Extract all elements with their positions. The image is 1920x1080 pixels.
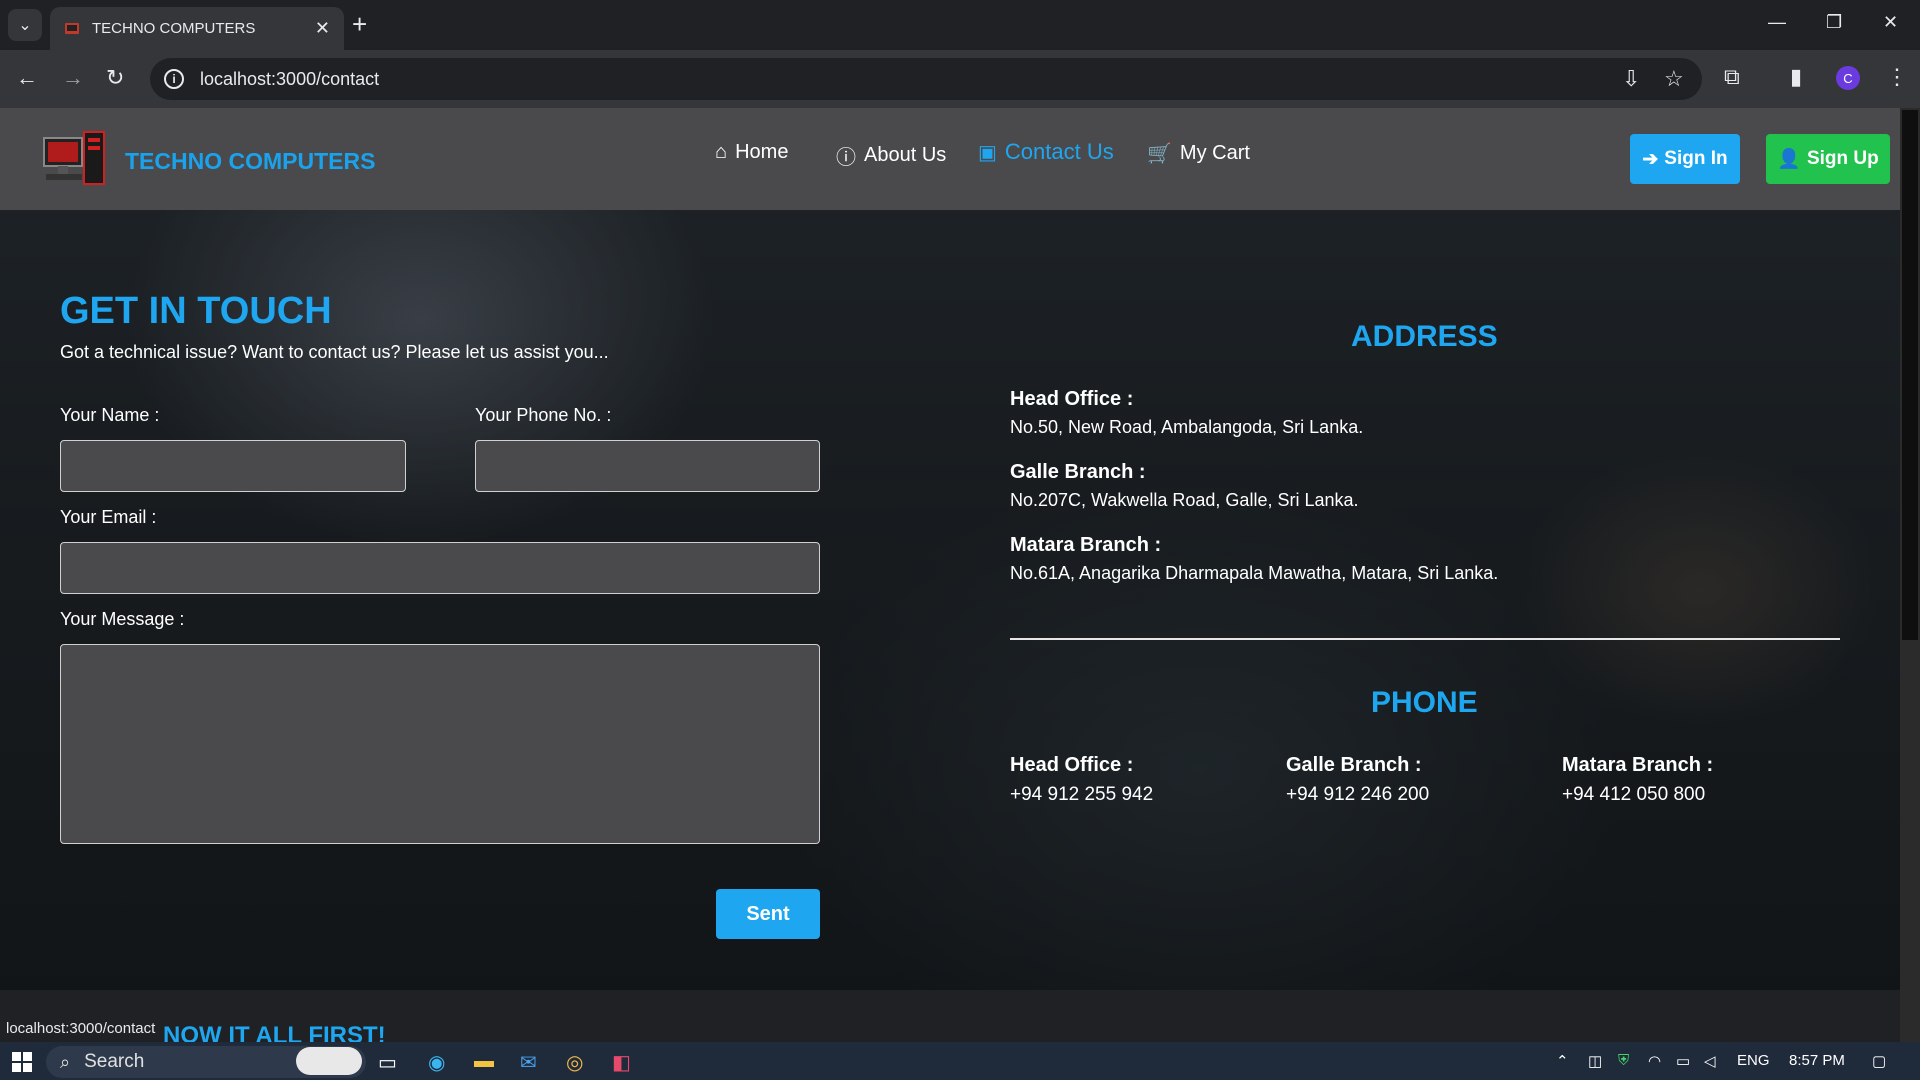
phone-label-matara: Matara Branch : (1562, 754, 1714, 776)
website-viewport: TECHNO COMPUTERS ⌂ Home ⓘ About Us ▣ Con… (0, 108, 1900, 1042)
clock[interactable]: 8:57 PM (1789, 1052, 1845, 1069)
forward-arrow-icon[interactable]: → (62, 66, 84, 90)
language-indicator[interactable]: ENG (1737, 1052, 1770, 1069)
next-section-title: NOW IT ALL FIRST! (163, 1022, 386, 1042)
sign-up-button[interactable]: 👤 Sign Up (1766, 134, 1890, 184)
back-arrow-icon[interactable]: ← (16, 66, 38, 90)
address-text-matara: No.61A, Anagarika Dharmapala Mawatha, Ma… (1010, 563, 1499, 583)
address-label-galle: Galle Branch : (1010, 461, 1146, 483)
sign-in-button[interactable]: ➔ Sign In (1630, 134, 1740, 184)
phone-number-matara: +94 412 050 800 (1562, 784, 1706, 805)
address-label-head-office: Head Office : (1010, 388, 1134, 410)
wifi-icon[interactable]: ◠ (1648, 1052, 1661, 1070)
address-title: ADDRESS (1351, 320, 1498, 353)
phone-label-head-office: Head Office : (1010, 754, 1134, 776)
nav-about[interactable]: ⓘ About Us (836, 141, 946, 170)
new-tab-button[interactable]: + (352, 11, 367, 37)
site-info-icon[interactable]: i (164, 69, 184, 89)
site-favicon-icon (65, 22, 79, 34)
url-text[interactable]: localhost:3000/contact (200, 69, 379, 90)
notifications-icon[interactable]: ▢ (1872, 1052, 1886, 1070)
send-button[interactable]: Sent (716, 889, 820, 939)
get-in-touch-title: GET IN TOUCH (60, 290, 332, 332)
address-label-matara: Matara Branch : (1010, 534, 1162, 556)
page-scrollbar[interactable] (1900, 108, 1920, 1042)
nav-about-label: About Us (864, 144, 947, 166)
home-icon: ⌂ (715, 141, 728, 163)
close-window-icon[interactable]: ✕ (1883, 12, 1898, 33)
nav-contact[interactable]: ▣ Contact Us (978, 139, 1114, 165)
task-view-icon[interactable]: ▭ (378, 1050, 397, 1075)
install-app-icon[interactable]: ⇩ (1622, 66, 1640, 92)
nav-home-label: Home (735, 141, 789, 163)
scrollbar-thumb[interactable] (1902, 110, 1918, 640)
phone-title: PHONE (1371, 686, 1478, 719)
phone-field[interactable] (475, 440, 820, 492)
search-icon: ⌕ (60, 1051, 71, 1072)
name-label: Your Name : (60, 405, 160, 425)
email-field[interactable] (60, 542, 820, 594)
chevron-down-icon: ⌄ (18, 17, 32, 34)
browser-toolbar: ← → ↻ i localhost:3000/contact ⇩ ☆ ⧉ ▮ C… (0, 50, 1920, 108)
volume-icon[interactable]: ◁ (1704, 1052, 1716, 1070)
phone-number-head-office: +94 912 255 942 (1010, 784, 1154, 805)
name-field[interactable] (60, 440, 406, 492)
intellij-icon[interactable]: ◧ (612, 1050, 631, 1075)
sign-up-label: Sign Up (1806, 148, 1879, 169)
nav-cart-label: My Cart (1179, 142, 1250, 164)
address-bar[interactable]: i localhost:3000/contact ⇩ ☆ (150, 58, 1702, 100)
tab-search-button[interactable]: ⌄ (8, 9, 42, 41)
windows-taskbar: ⌕ Search ▭ ◉ ▬ ✉ ◎ ◧ ⌃ ◫ ⛨ ◠ ▭ ◁ ENG 8:5… (0, 1042, 1920, 1080)
browser-tab[interactable]: TECHNO COMPUTERS ✕ (50, 7, 344, 50)
extensions-icon[interactable]: ⧉ (1724, 64, 1740, 90)
minimize-icon[interactable]: — (1768, 12, 1786, 33)
add-user-icon: 👤 (1777, 149, 1801, 170)
browser-menu-icon[interactable]: ⋮ (1886, 64, 1908, 90)
sign-in-label: Sign In (1664, 148, 1728, 169)
close-tab-icon[interactable]: ✕ (315, 18, 330, 39)
show-hidden-icons-icon[interactable]: ⌃ (1556, 1052, 1569, 1070)
phone-label-galle: Galle Branch : (1286, 754, 1422, 776)
cart-icon: 🛒 (1147, 143, 1172, 165)
meet-now-icon[interactable]: ◫ (1588, 1052, 1602, 1070)
profile-avatar[interactable]: C (1836, 66, 1860, 90)
phone-number-galle: +94 912 246 200 (1286, 784, 1430, 805)
mail-icon[interactable]: ✉ (520, 1050, 537, 1075)
sign-in-icon: ➔ (1642, 148, 1659, 170)
edge-icon[interactable]: ◉ (428, 1050, 445, 1075)
restore-icon[interactable]: ❐ (1826, 12, 1842, 33)
side-panel-icon[interactable]: ▮ (1790, 64, 1802, 90)
address-text-galle: No.207C, Wakwella Road, Galle, Sri Lanka… (1010, 490, 1359, 510)
copilot-icon[interactable] (296, 1047, 362, 1075)
logo-image[interactable] (42, 128, 108, 188)
message-label: Your Message : (60, 609, 185, 629)
next-section: NOW IT ALL FIRST! (0, 990, 1900, 1042)
browser-tab-bar: ⌄ TECHNO COMPUTERS ✕ + — ❐ ✕ (0, 0, 1920, 50)
battery-icon[interactable]: ▭ (1676, 1052, 1690, 1070)
link-status-bubble: localhost:3000/contact (0, 1016, 162, 1042)
reload-icon[interactable]: ↻ (106, 66, 124, 90)
security-shield-icon[interactable]: ⛨ (1618, 1052, 1629, 1069)
site-header: TECHNO COMPUTERS ⌂ Home ⓘ About Us ▣ Con… (0, 108, 1900, 210)
nav-contact-label: Contact Us (1004, 139, 1114, 164)
email-label: Your Email : (60, 507, 157, 527)
chrome-icon[interactable]: ◎ (566, 1050, 583, 1075)
nav-cart[interactable]: 🛒 My Cart (1147, 141, 1250, 166)
nav-home[interactable]: ⌂ Home (715, 141, 788, 164)
brand-name[interactable]: TECHNO COMPUTERS (125, 148, 375, 175)
contact-card-icon: ▣ (978, 141, 997, 164)
get-in-touch-subtitle: Got a technical issue? Want to contact u… (60, 342, 609, 362)
section-divider (1010, 638, 1840, 640)
file-explorer-icon[interactable]: ▬ (474, 1050, 494, 1073)
message-textarea[interactable] (60, 644, 820, 844)
address-text-head-office: No.50, New Road, Ambalangoda, Sri Lanka. (1010, 417, 1364, 437)
tab-title: TECHNO COMPUTERS (92, 20, 256, 37)
taskbar-search-label: Search (84, 1051, 145, 1072)
phone-label: Your Phone No. : (475, 405, 612, 425)
bookmark-star-icon[interactable]: ☆ (1664, 66, 1684, 92)
windows-start-icon[interactable] (12, 1052, 32, 1072)
info-icon: ⓘ (836, 147, 856, 169)
